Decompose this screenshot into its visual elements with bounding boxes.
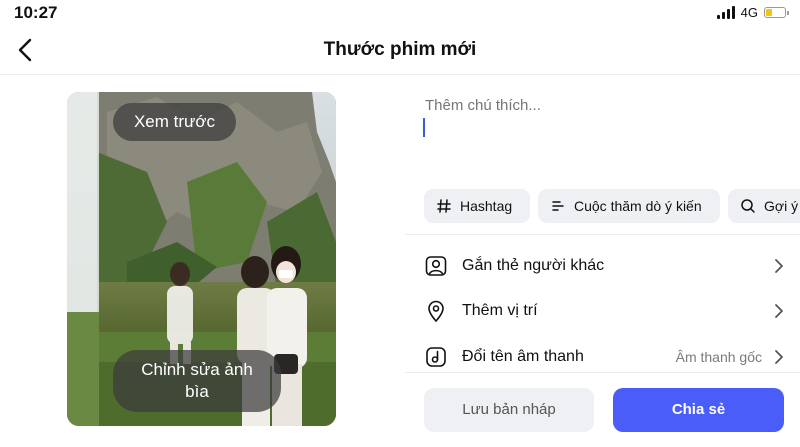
tag-people-label: Gắn thẻ người khác <box>462 257 605 274</box>
battery-level <box>766 9 772 16</box>
status-bar: 10:27 4G <box>0 0 800 26</box>
poll-chip[interactable]: Cuộc thăm dò ý kiến <box>538 189 720 223</box>
rename-audio-row[interactable]: Đổi tên âm thanh Âm thanh gốc <box>424 337 786 377</box>
location-pin-icon <box>424 299 448 323</box>
network-type: 4G <box>740 5 758 20</box>
preview-button[interactable]: Xem trước <box>113 103 236 141</box>
rename-audio-label: Đổi tên âm thanh <box>462 348 584 365</box>
poll-chip-label: Cuộc thăm dò ý kiến <box>574 198 702 214</box>
page-title: Thước phim mới <box>323 39 477 60</box>
chevron-right-icon <box>772 256 786 276</box>
divider <box>405 234 800 235</box>
caption-area[interactable] <box>405 86 800 186</box>
poll-icon <box>550 198 566 214</box>
music-note-icon <box>424 345 448 369</box>
signal-icon <box>716 6 735 19</box>
audio-name-value: Âm thanh gốc <box>675 349 762 365</box>
suggest-chip[interactable]: Gợi ý <box>728 189 800 223</box>
caption-chips: Hashtag Cuộc thăm dò ý kiến Gợi ý <box>424 189 800 225</box>
divider <box>405 372 800 373</box>
tag-person-icon <box>424 254 448 278</box>
caption-input[interactable] <box>423 96 787 115</box>
text-cursor <box>423 118 425 137</box>
tag-people-row[interactable]: Gắn thẻ người khác <box>424 246 786 286</box>
hashtag-chip-label: Hashtag <box>460 198 513 214</box>
edit-cover-label-line1: Chỉnh sửa ảnh <box>141 360 253 379</box>
edit-cover-label-line2: bìa <box>185 382 209 401</box>
header: Thước phim mới <box>0 26 800 75</box>
share-button[interactable]: Chia sẻ <box>613 388 784 432</box>
chevron-right-icon <box>772 301 786 321</box>
save-draft-button[interactable]: Lưu bản nháp <box>424 388 594 432</box>
edit-cover-button[interactable]: Chỉnh sửa ảnh bìa <box>113 350 281 412</box>
hashtag-icon <box>436 198 452 214</box>
status-time: 10:27 <box>14 3 58 22</box>
chevron-right-icon <box>772 347 786 367</box>
battery-icon <box>764 7 789 18</box>
add-location-row[interactable]: Thêm vị trí <box>424 291 786 331</box>
suggest-chip-label: Gợi ý <box>764 198 799 214</box>
status-indicators: 4G <box>716 5 789 20</box>
video-thumbnail[interactable]: Xem trước Chỉnh sửa ảnh bìa <box>67 92 336 426</box>
search-icon <box>740 198 756 214</box>
add-location-label: Thêm vị trí <box>462 302 538 319</box>
hashtag-chip[interactable]: Hashtag <box>424 189 530 223</box>
